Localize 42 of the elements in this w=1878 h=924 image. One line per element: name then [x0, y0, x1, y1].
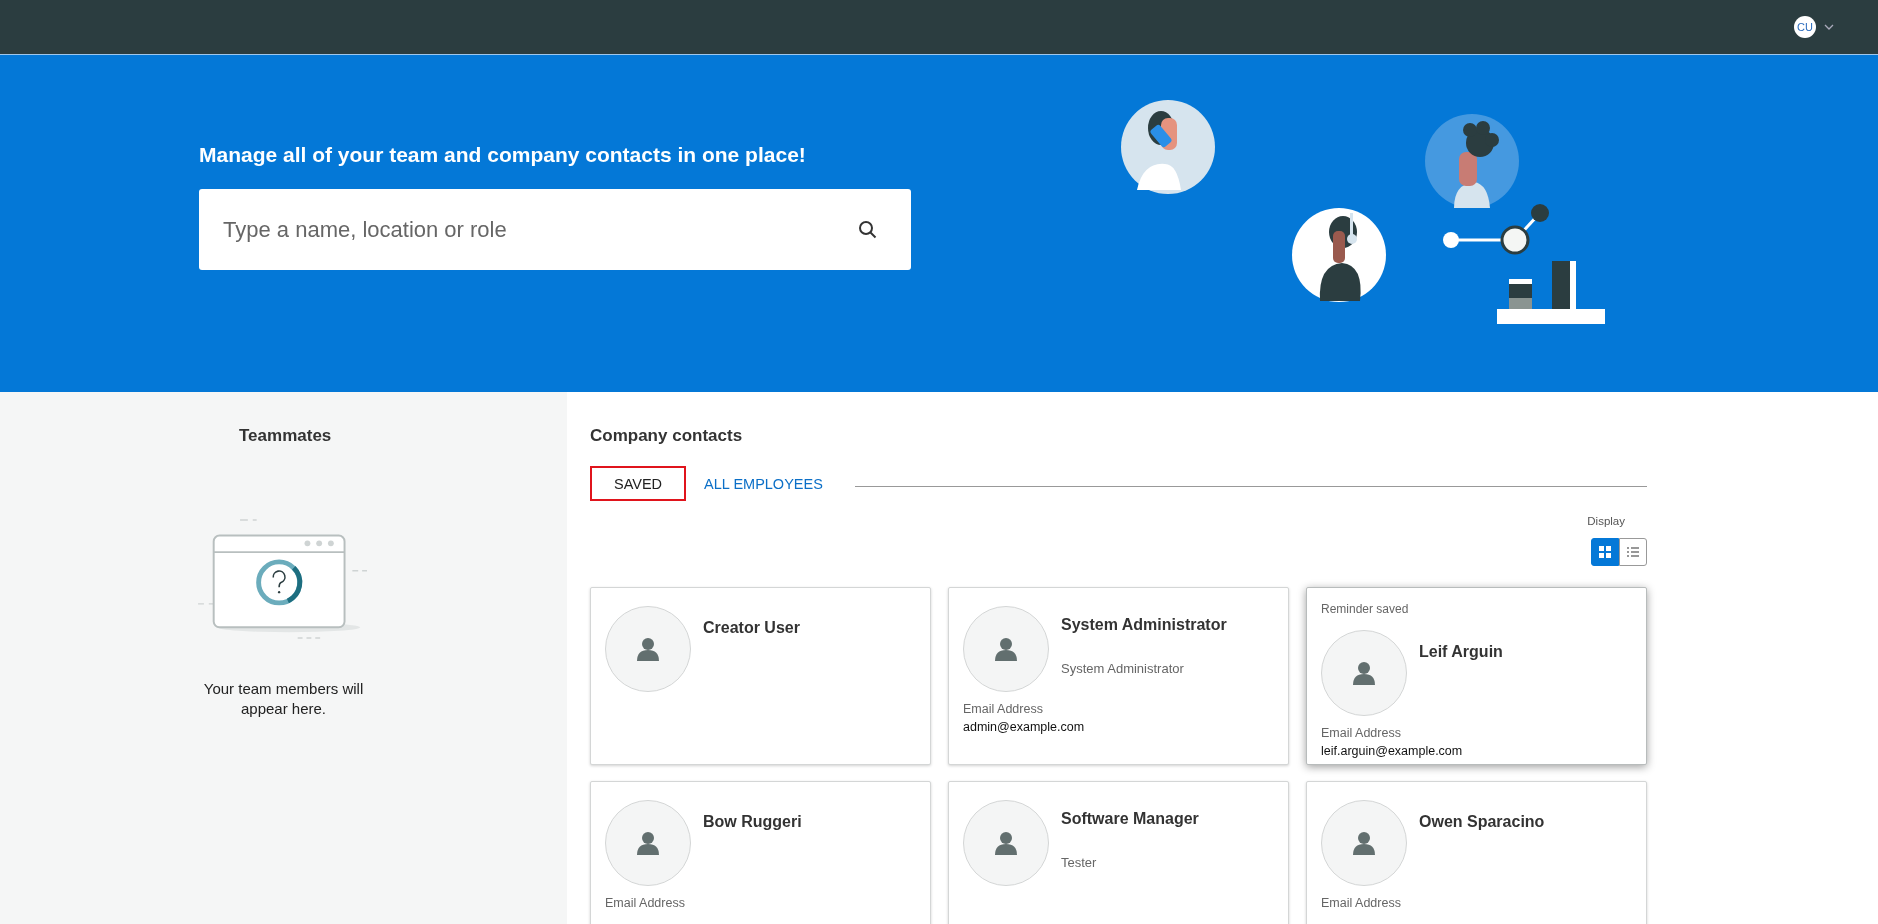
teammates-heading: Teammates: [239, 426, 332, 446]
list-view-toggle[interactable]: [1619, 538, 1647, 566]
person-icon: [637, 831, 659, 855]
email-value: admin@example.com: [963, 720, 1086, 734]
contact-name: Leif Arguin: [1419, 642, 1503, 661]
grid-icon: [1599, 546, 1611, 558]
contact-card[interactable]: Owen Sparacino Email Address: [1306, 781, 1647, 924]
hero-headline: Manage all of your team and company contacts in one place!: [199, 143, 807, 167]
email-label: Email Address: [1321, 896, 1402, 910]
contact-card[interactable]: Bow Ruggeri Email Address: [590, 781, 931, 924]
list-icon: [1627, 547, 1639, 557]
search-field[interactable]: Type a name, location or role: [199, 189, 911, 270]
email-label: Email Address: [1321, 726, 1402, 740]
contact-name: Creator User: [703, 618, 800, 637]
company-contacts-heading: Company contacts: [590, 426, 744, 446]
person-icon: [995, 637, 1017, 661]
contact-name: Bow Ruggeri: [703, 812, 802, 831]
email-label: Email Address: [963, 702, 1044, 716]
search-icon[interactable]: [858, 220, 877, 239]
display-label: Display: [1587, 515, 1625, 527]
user-avatar[interactable]: CU: [1794, 16, 1816, 38]
contact-title: Tester: [1061, 855, 1098, 870]
chevron-down-icon[interactable]: [1824, 24, 1834, 30]
tab[interactable]: ALL EMPLOYEES: [686, 466, 841, 501]
contact-name: Software Manager: [1061, 810, 1199, 828]
person-icon: [995, 831, 1017, 855]
email-value: leif.arguin@example.com: [1321, 744, 1464, 758]
email-label: Email Address: [605, 896, 686, 910]
contact-name: Owen Sparacino: [1419, 812, 1545, 831]
contact-card[interactable]: Software Manager Tester: [948, 781, 1289, 924]
person-icon: [637, 637, 659, 661]
person-icon: [1353, 831, 1375, 855]
empty-state-message: Your team members will appear here.: [202, 679, 365, 719]
grid-view-toggle[interactable]: [1591, 538, 1619, 566]
reminder-notice: Reminder saved: [1321, 602, 1410, 616]
contact-card[interactable]: Creator User: [590, 587, 931, 765]
contact-title: System Administrator: [1061, 661, 1185, 676]
contact-card[interactable]: System Administrator System Administrator Email Address admin@example.com: [948, 587, 1289, 765]
tab[interactable]: SAVED: [590, 466, 687, 501]
contact-name: System Administrator: [1061, 616, 1227, 634]
contact-card[interactable]: Reminder saved Leif Arguin Email Address leif.arguin@example.com: [1306, 587, 1647, 765]
person-icon: [1353, 661, 1375, 685]
